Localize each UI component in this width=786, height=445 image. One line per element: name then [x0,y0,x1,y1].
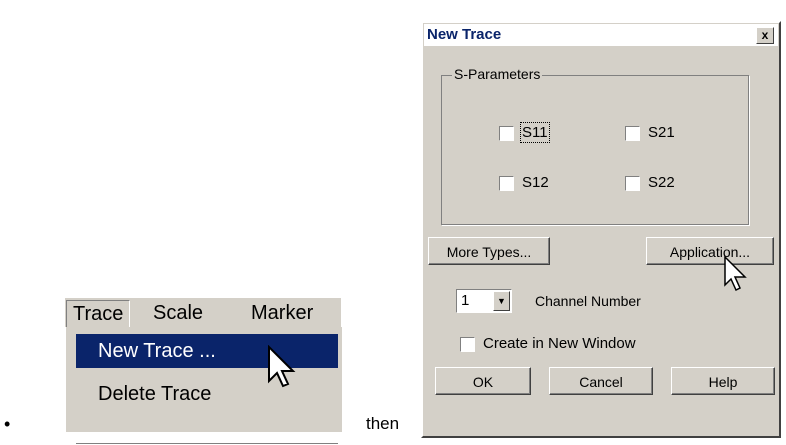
checkbox-box[interactable] [625,175,640,191]
s-parameters-group: S-Parameters S11 S21 S12 S22 [441,66,749,225]
checkbox-s11[interactable]: S11 [499,122,550,144]
channel-value: 1 [461,292,470,309]
checkbox-label: S21 [648,124,675,142]
dialog-titlebar[interactable]: New Trace x [424,24,778,46]
trace-dropdown: New Trace ... Delete Trace [65,327,342,445]
application-button[interactable]: Application... [646,237,774,265]
checkbox-s22[interactable]: S22 [625,174,675,192]
menubar: Trace Scale Marker [65,297,341,328]
checkbox-label: S12 [522,174,549,192]
channel-number-select[interactable]: 1 ▼ [456,289,512,313]
then-text: then [366,414,400,433]
new-trace-dialog: New Trace x S-Parameters S11 S21 S12 S22… [421,21,781,438]
trace-menu: Trace Scale Marker New Trace ... Delete … [65,297,342,445]
help-button[interactable]: Help [671,367,775,395]
arrow-cursor-icon [724,255,747,292]
more-types-button[interactable]: More Types... [428,237,550,265]
channel-number-label: Channel Number [535,293,641,309]
checkbox-label: S22 [648,174,675,192]
arrow-cursor-icon [268,345,296,388]
bullet: • [4,414,11,434]
dialog-title: New Trace [427,26,502,43]
checkbox-box[interactable] [499,125,514,141]
checkbox-create-new-window[interactable]: Create in New Window [460,335,636,353]
menu-item-new-trace[interactable]: New Trace ... [76,334,338,368]
checkbox-s12[interactable]: S12 [499,174,549,192]
checkbox-label: Create in New Window [483,335,636,353]
group-label: S-Parameters [452,66,543,82]
checkbox-box[interactable] [499,175,514,191]
cancel-button[interactable]: Cancel [549,367,653,395]
menu-scale[interactable]: Scale [147,300,209,326]
menu-marker[interactable]: Marker [245,300,319,326]
menu-item-delete-trace[interactable]: Delete Trace [76,377,338,411]
checkbox-label: S11 [520,122,550,144]
checkbox-box[interactable] [625,125,640,141]
ok-button[interactable]: OK [435,367,531,395]
menu-trace[interactable]: Trace [66,300,131,328]
dropdown-arrow-icon[interactable]: ▼ [493,291,510,311]
close-button[interactable]: x [756,27,774,44]
checkbox-box[interactable] [460,336,475,352]
checkbox-s21[interactable]: S21 [625,124,675,142]
